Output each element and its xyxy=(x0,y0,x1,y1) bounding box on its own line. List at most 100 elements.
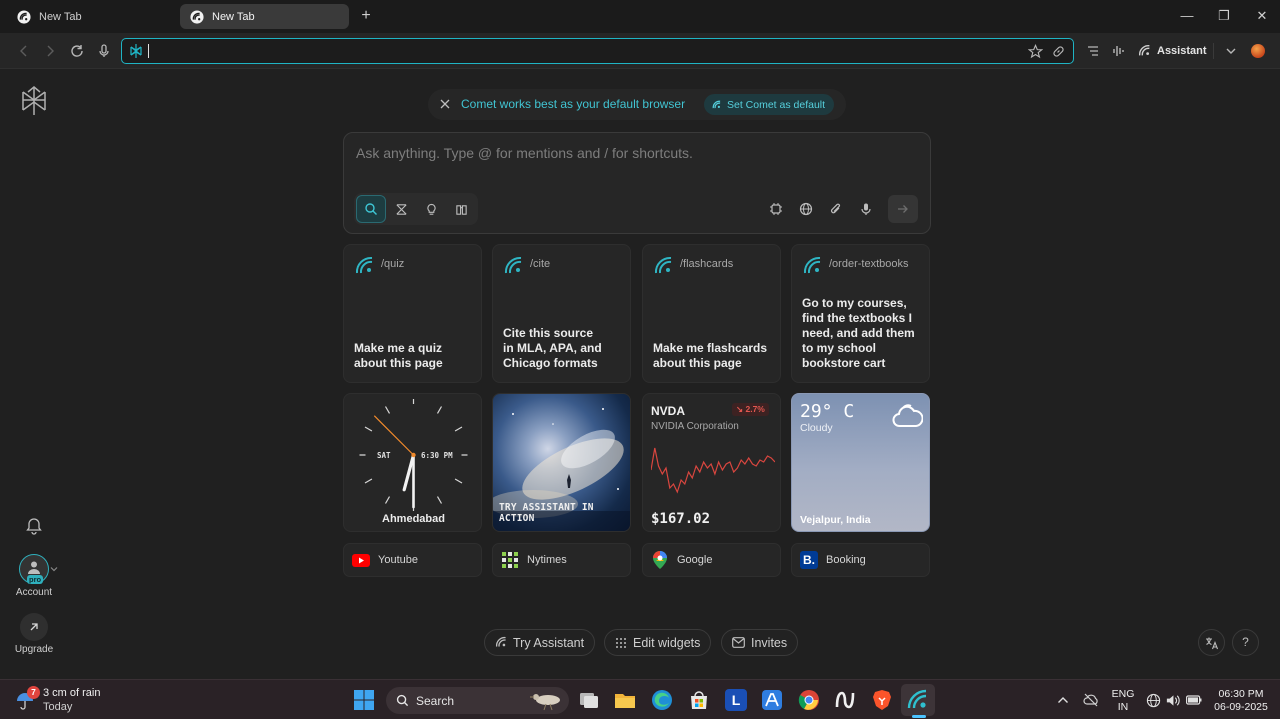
stock-change-badge: ↘ 2.7% xyxy=(732,403,769,416)
invites-button[interactable]: Invites xyxy=(721,629,799,656)
clock-tick xyxy=(454,426,463,432)
edit-widgets-label: Edit widgets xyxy=(633,635,701,650)
voice-wave-icon[interactable] xyxy=(1111,43,1127,59)
upgrade-button[interactable] xyxy=(20,613,48,641)
paperclip-icon[interactable] xyxy=(829,202,843,216)
shortcut-card-cite[interactable]: /cite Cite this source in MLA, APA, and … xyxy=(492,244,631,383)
bell-icon[interactable] xyxy=(25,517,43,535)
account-label[interactable]: Account xyxy=(4,587,64,598)
link-booking[interactable]: B. Booking xyxy=(791,543,930,577)
comet-icon xyxy=(355,256,373,274)
maximize-button[interactable]: ❐ xyxy=(1216,8,1232,24)
link-youtube[interactable]: Youtube xyxy=(343,543,482,577)
close-icon[interactable] xyxy=(440,99,450,109)
taskbar-clock[interactable]: 06:30 PM 06-09-2025 xyxy=(1208,688,1274,714)
card-command: /flashcards xyxy=(680,258,734,270)
forward-icon[interactable] xyxy=(42,43,58,59)
link-google[interactable]: Google xyxy=(642,543,781,577)
google-maps-icon xyxy=(651,551,669,569)
minimize-button[interactable]: — xyxy=(1179,8,1195,24)
globe-icon[interactable] xyxy=(799,202,813,216)
ask-box: Ask anything. Type @ for mentions and / … xyxy=(343,132,931,234)
taskbar-weather-text[interactable]: 3 cm of rain xyxy=(43,687,100,699)
try-assistant-card[interactable]: TRY ASSISTANT IN ACTION xyxy=(492,393,631,532)
star-icon[interactable] xyxy=(1028,44,1043,59)
translate-button[interactable] xyxy=(1198,629,1225,656)
ai-writer-icon[interactable] xyxy=(761,689,783,711)
assistant-card-label: TRY ASSISTANT IN ACTION xyxy=(499,502,594,524)
comet-icon xyxy=(190,9,204,24)
search-icon xyxy=(396,694,409,707)
search-mode-button[interactable] xyxy=(356,195,386,223)
volume-icon[interactable] xyxy=(1165,693,1180,708)
close-window-button[interactable]: ✕ xyxy=(1254,8,1270,24)
file-explorer-icon[interactable] xyxy=(614,689,636,711)
stock-widget[interactable]: NVDA ↘ 2.7% NVIDIA Corporation $167.02 xyxy=(642,393,781,532)
try-assistant-button[interactable]: Try Assistant xyxy=(484,629,596,656)
chevron-up-icon[interactable] xyxy=(1057,695,1069,705)
tab-new-tab-1[interactable]: New Tab xyxy=(7,4,177,29)
upgrade-label[interactable]: Upgrade xyxy=(4,644,64,655)
microphone-icon[interactable] xyxy=(96,43,112,59)
shortcut-card-quiz[interactable]: /quiz Make me a quiz about this page xyxy=(343,244,482,383)
ask-input[interactable]: Ask anything. Type @ for mentions and / … xyxy=(356,145,693,161)
link-icon[interactable] xyxy=(1051,44,1066,59)
edit-widgets-button[interactable]: Edit widgets xyxy=(604,629,712,656)
notion-style-icon[interactable] xyxy=(834,689,856,711)
translate-icon xyxy=(1206,637,1219,650)
submit-button[interactable] xyxy=(888,195,918,223)
clock-widget[interactable]: SAT 6:30 PM Ahmedabad xyxy=(343,393,482,532)
clock-tick xyxy=(364,426,373,432)
l-app-icon[interactable]: L xyxy=(725,689,747,711)
weather-widget[interactable]: 29° C Cloudy Vejalpur, India xyxy=(791,393,930,532)
comet-icon xyxy=(504,256,522,274)
clock-tick xyxy=(454,478,463,484)
windows-start-icon[interactable] xyxy=(353,689,375,711)
study-mode-button[interactable] xyxy=(446,195,476,223)
grid-dots-icon xyxy=(616,637,626,648)
chevron-down-icon[interactable] xyxy=(50,565,58,573)
set-default-button[interactable]: Set Comet as default xyxy=(704,94,835,115)
reload-icon[interactable] xyxy=(69,43,85,59)
research-mode-button[interactable] xyxy=(386,195,416,223)
tab-new-tab-2[interactable]: New Tab xyxy=(180,4,349,29)
brave-icon[interactable] xyxy=(871,689,893,711)
help-button[interactable]: ? xyxy=(1232,629,1259,656)
link-nytimes[interactable]: Nytimes xyxy=(492,543,631,577)
arrow-right-icon xyxy=(898,205,908,213)
new-tab-button[interactable]: + xyxy=(358,8,374,24)
avatar[interactable]: pro xyxy=(19,554,49,584)
labs-mode-button[interactable] xyxy=(416,195,446,223)
stock-ticker: NVDA xyxy=(651,404,686,418)
network-globe-icon[interactable] xyxy=(1146,693,1161,708)
taskbar-weather-sub: Today xyxy=(43,701,73,713)
microsoft-store-icon[interactable] xyxy=(688,689,710,711)
assistant-button[interactable]: Assistant xyxy=(1138,42,1207,60)
profile-avatar[interactable] xyxy=(1251,44,1265,58)
microphone-icon[interactable] xyxy=(859,202,873,216)
shortcut-card-order-textbooks[interactable]: /order-textbooks Go to my courses, find … xyxy=(791,244,930,383)
weather-temp: 29° C xyxy=(800,401,855,422)
chrome-icon[interactable] xyxy=(798,689,820,711)
comet-icon[interactable] xyxy=(907,689,929,711)
shortcut-card-flashcards[interactable]: /flashcards Make me flashcards about thi… xyxy=(642,244,781,383)
model-chip-icon[interactable] xyxy=(769,202,783,216)
back-icon[interactable] xyxy=(16,43,32,59)
edge-icon[interactable] xyxy=(651,689,673,711)
region-code: IN xyxy=(1117,701,1129,713)
clock-time: 6:30 PM xyxy=(421,451,453,460)
menu-lines-icon[interactable] xyxy=(1085,43,1101,59)
link-label: Nytimes xyxy=(527,554,567,566)
card-command: /cite xyxy=(530,258,551,270)
cloud-offline-icon[interactable] xyxy=(1083,692,1099,708)
address-bar[interactable] xyxy=(121,38,1074,64)
windows-taskbar: 7 3 cm of rain Today Search L ENG IN 06:… xyxy=(0,679,1280,719)
taskbar-search[interactable]: Search xyxy=(386,687,569,714)
language-indicator[interactable]: ENG IN xyxy=(1110,688,1136,714)
chevron-down-icon[interactable] xyxy=(1223,43,1239,59)
task-view-icon[interactable] xyxy=(578,689,600,711)
assistant-label: Assistant xyxy=(1157,45,1207,57)
battery-icon[interactable] xyxy=(1186,694,1202,706)
perplexity-logo-icon[interactable] xyxy=(20,86,48,116)
card-command: /order-textbooks xyxy=(829,258,909,270)
